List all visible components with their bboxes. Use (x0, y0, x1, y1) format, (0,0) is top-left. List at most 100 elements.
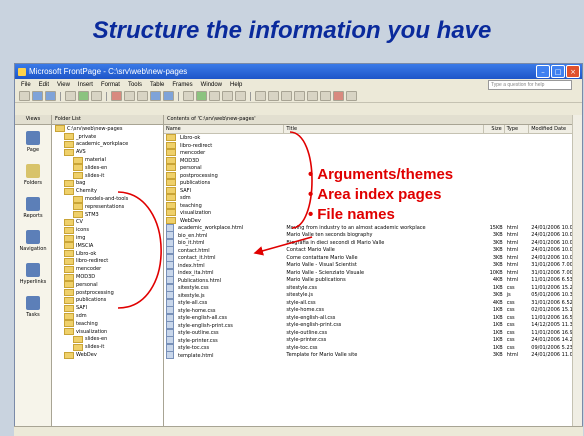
folder-item[interactable]: publications (52, 296, 163, 305)
view-navigation[interactable]: Navigation (15, 224, 51, 257)
copy-button[interactable] (124, 91, 135, 101)
menu-item[interactable]: Frames (172, 82, 192, 88)
close-button[interactable]: × (566, 65, 580, 78)
align-left-button[interactable] (294, 91, 305, 101)
app-icon (18, 67, 26, 76)
folder-item[interactable]: teaching (52, 320, 163, 328)
folder-item[interactable]: MOD3D (52, 273, 163, 281)
folder-item[interactable]: slides-en (52, 164, 163, 172)
folder-item[interactable]: WebDev (52, 351, 163, 359)
folder-item[interactable]: SAFI (52, 304, 163, 312)
folder-item[interactable]: _private (52, 133, 163, 141)
minimize-button[interactable]: – (536, 65, 550, 78)
font-color-button[interactable] (333, 91, 344, 101)
folder-item[interactable]: sdm (52, 312, 163, 320)
views-header: Views (15, 115, 51, 125)
folder-item[interactable]: slides-en (52, 335, 163, 344)
align-center-button[interactable] (307, 91, 318, 101)
menu-item[interactable]: Format (101, 82, 120, 88)
undo-button[interactable] (150, 91, 161, 101)
folder-label: material (85, 157, 106, 164)
folder-row[interactable]: mencoder (164, 149, 582, 157)
folder-item[interactable]: personal (52, 281, 163, 289)
column-header[interactable]: Type (505, 125, 530, 133)
spelling-button[interactable] (91, 91, 102, 101)
cut-button[interactable] (111, 91, 122, 101)
folder-item[interactable]: img (52, 234, 163, 242)
menu-item[interactable]: Window (201, 82, 222, 88)
folder-item[interactable]: libro-redirect (52, 257, 163, 266)
refresh-button[interactable] (222, 91, 233, 101)
redo-button[interactable] (163, 91, 174, 101)
menu-item[interactable]: View (57, 82, 70, 88)
insert-table-button[interactable] (183, 91, 194, 101)
folder-item[interactable]: IMSCIA (52, 242, 163, 250)
menu-item[interactable]: Insert (78, 82, 93, 88)
folder-item[interactable]: Libro-ok (52, 250, 163, 258)
folder-row[interactable]: libro-redirect (164, 141, 582, 150)
column-header[interactable]: Title (284, 125, 484, 133)
italic-button[interactable] (268, 91, 279, 101)
paste-button[interactable] (137, 91, 148, 101)
help-search-input[interactable]: Type a question for help (488, 79, 572, 90)
menu-item[interactable]: Tools (128, 82, 142, 88)
folder-icon (64, 257, 74, 265)
folder-icon (166, 209, 176, 217)
folder-item[interactable]: bag (52, 179, 163, 188)
folder-item[interactable]: material (52, 156, 163, 164)
menu-item[interactable]: File (21, 82, 31, 88)
folder-row[interactable]: Libro-ok (164, 134, 582, 142)
view-page[interactable]: Page (15, 125, 51, 158)
folder-item[interactable]: icons (52, 226, 163, 234)
open-button[interactable] (32, 91, 43, 101)
folder-item[interactable]: models-and-tools (52, 195, 163, 203)
folder-row[interactable]: MOD3D (164, 156, 582, 165)
hyperlink-button[interactable] (209, 91, 220, 101)
view-tasks[interactable]: Tasks (15, 290, 51, 323)
vertical-scrollbar[interactable] (572, 115, 582, 435)
folder-item[interactable]: Chemity (52, 187, 163, 195)
view-reports[interactable]: Reports (15, 191, 51, 224)
maximize-button[interactable]: □ (551, 65, 565, 78)
menu-item[interactable]: Table (150, 82, 164, 88)
preview-button[interactable] (78, 91, 89, 101)
folder-label: publications (76, 297, 107, 304)
folder-item[interactable]: visualization (52, 328, 163, 336)
align-right-button[interactable] (320, 91, 331, 101)
folder-item[interactable]: slides-it (52, 343, 163, 351)
folder-item[interactable]: STM3 (52, 211, 163, 219)
folder-item[interactable]: AVS (52, 148, 163, 156)
column-header[interactable]: Name (164, 125, 285, 133)
menu-item[interactable]: Edit (39, 82, 49, 88)
folder-item[interactable]: postprocessing (52, 289, 163, 297)
folder-item[interactable]: slides-it (52, 172, 163, 180)
folder-label: personal (76, 281, 98, 288)
row-name-text: template.html (178, 352, 214, 359)
insert-picture-button[interactable] (196, 91, 207, 101)
print-button[interactable] (65, 91, 76, 101)
menu-item[interactable]: Help (230, 82, 242, 88)
bold-button[interactable] (255, 91, 266, 101)
folder-item[interactable]: mencoder (52, 265, 163, 273)
column-header[interactable]: Size (484, 125, 505, 133)
underline-button[interactable] (281, 91, 292, 101)
new-page-button[interactable] (19, 91, 30, 101)
row-title: style-english-print.css (286, 322, 342, 329)
save-button[interactable] (45, 91, 56, 101)
file-row[interactable]: template.html Template for Mario Valle si… (164, 351, 582, 360)
folder-label: slides-en (85, 164, 108, 171)
highlight-button[interactable] (346, 91, 357, 101)
folder-item[interactable]: C:\srv\web\new-pages (52, 125, 163, 133)
folder-item[interactable]: academic_workplace (52, 140, 163, 149)
folder-icon (64, 218, 74, 226)
view-folders[interactable]: Folders (15, 158, 51, 191)
folder-label: img (76, 235, 86, 242)
folder-item[interactable]: representations (52, 203, 163, 211)
show-all-button[interactable] (235, 91, 246, 101)
view-icon (26, 130, 40, 145)
view-hyperlinks[interactable]: Hyperlinks (15, 257, 51, 290)
view-icon (26, 262, 40, 277)
folder-label: representations (85, 203, 125, 210)
folder-item[interactable]: CV (52, 218, 163, 227)
row-size: 1KB (492, 337, 503, 344)
